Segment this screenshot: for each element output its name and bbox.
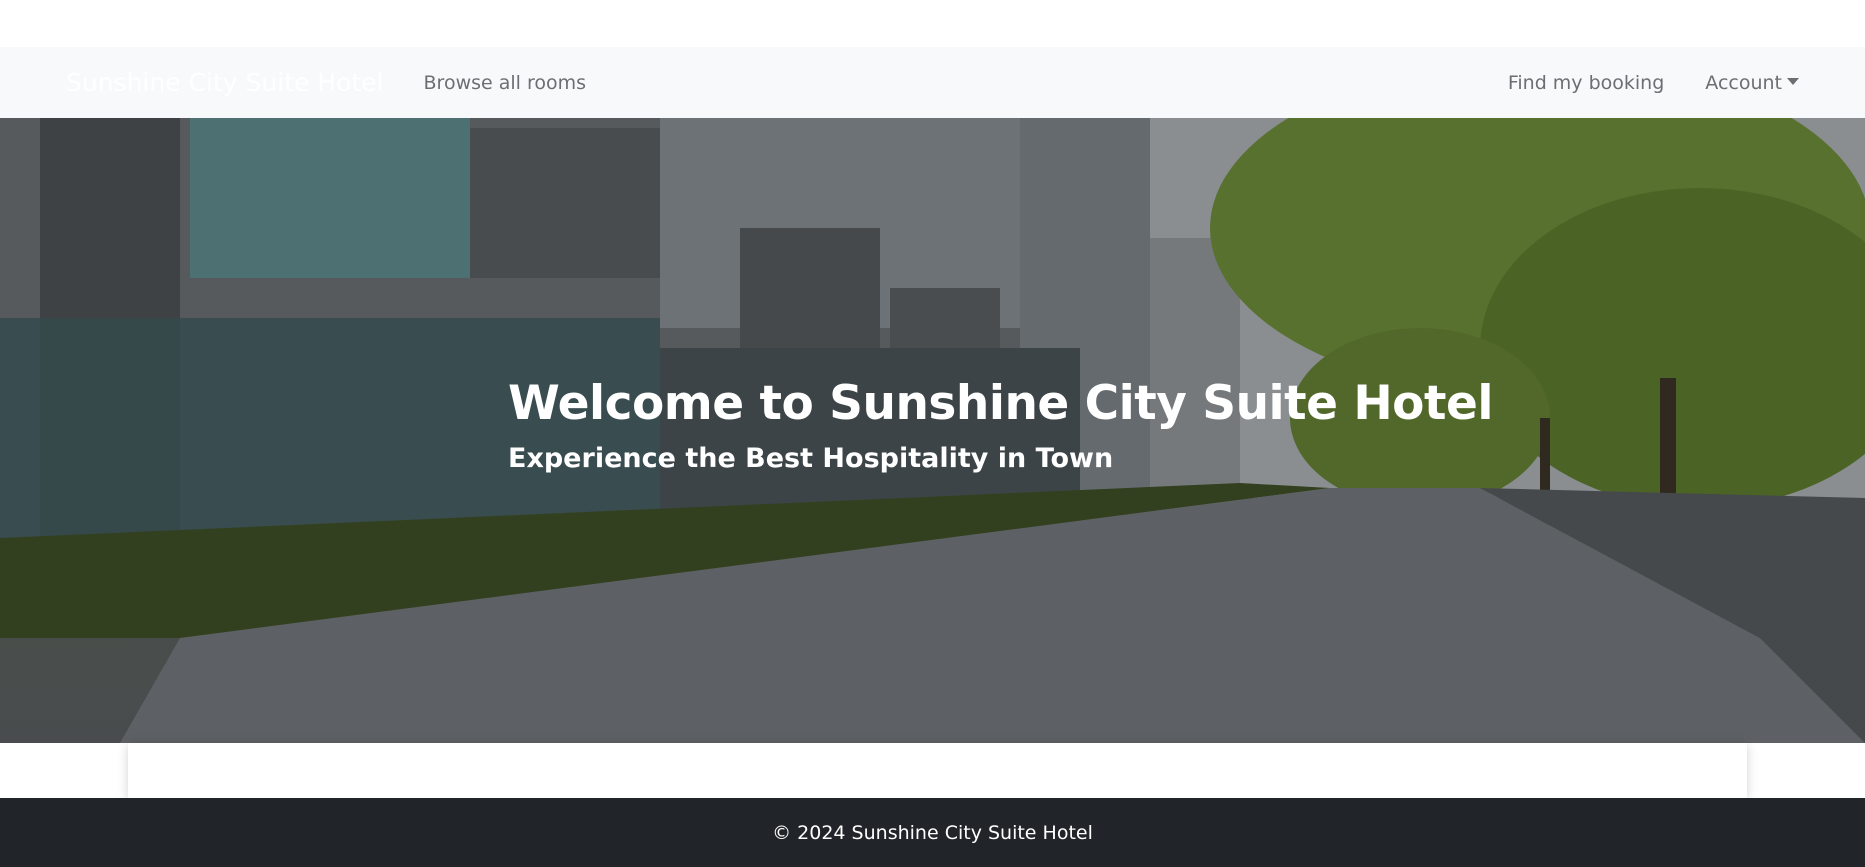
nav-right-group: Find my booking Account — [1508, 72, 1799, 94]
top-navbar: Sunshine City Suite Hotel Browse all roo… — [0, 47, 1865, 118]
account-label: Account — [1705, 71, 1782, 94]
hero-text: Welcome to Sunshine City Suite Hotel Exp… — [508, 376, 1493, 474]
caret-down-icon — [1787, 77, 1799, 85]
find-booking-link[interactable]: Find my booking — [1508, 72, 1664, 94]
hero-banner: Welcome to Sunshine City Suite Hotel Exp… — [0, 118, 1865, 743]
hero-title: Welcome to Sunshine City Suite Hotel — [508, 376, 1493, 431]
footer-copyright: © 2024 Sunshine City Suite Hotel — [772, 821, 1093, 844]
brand-link[interactable]: Sunshine City Suite Hotel — [66, 68, 384, 97]
account-dropdown[interactable]: Account — [1705, 72, 1799, 94]
hero-subtitle: Experience the Best Hospitality in Town — [508, 443, 1114, 474]
browse-rooms-link[interactable]: Browse all rooms — [424, 72, 587, 94]
main-content-card — [128, 743, 1747, 798]
page-footer: © 2024 Sunshine City Suite Hotel — [0, 798, 1865, 867]
